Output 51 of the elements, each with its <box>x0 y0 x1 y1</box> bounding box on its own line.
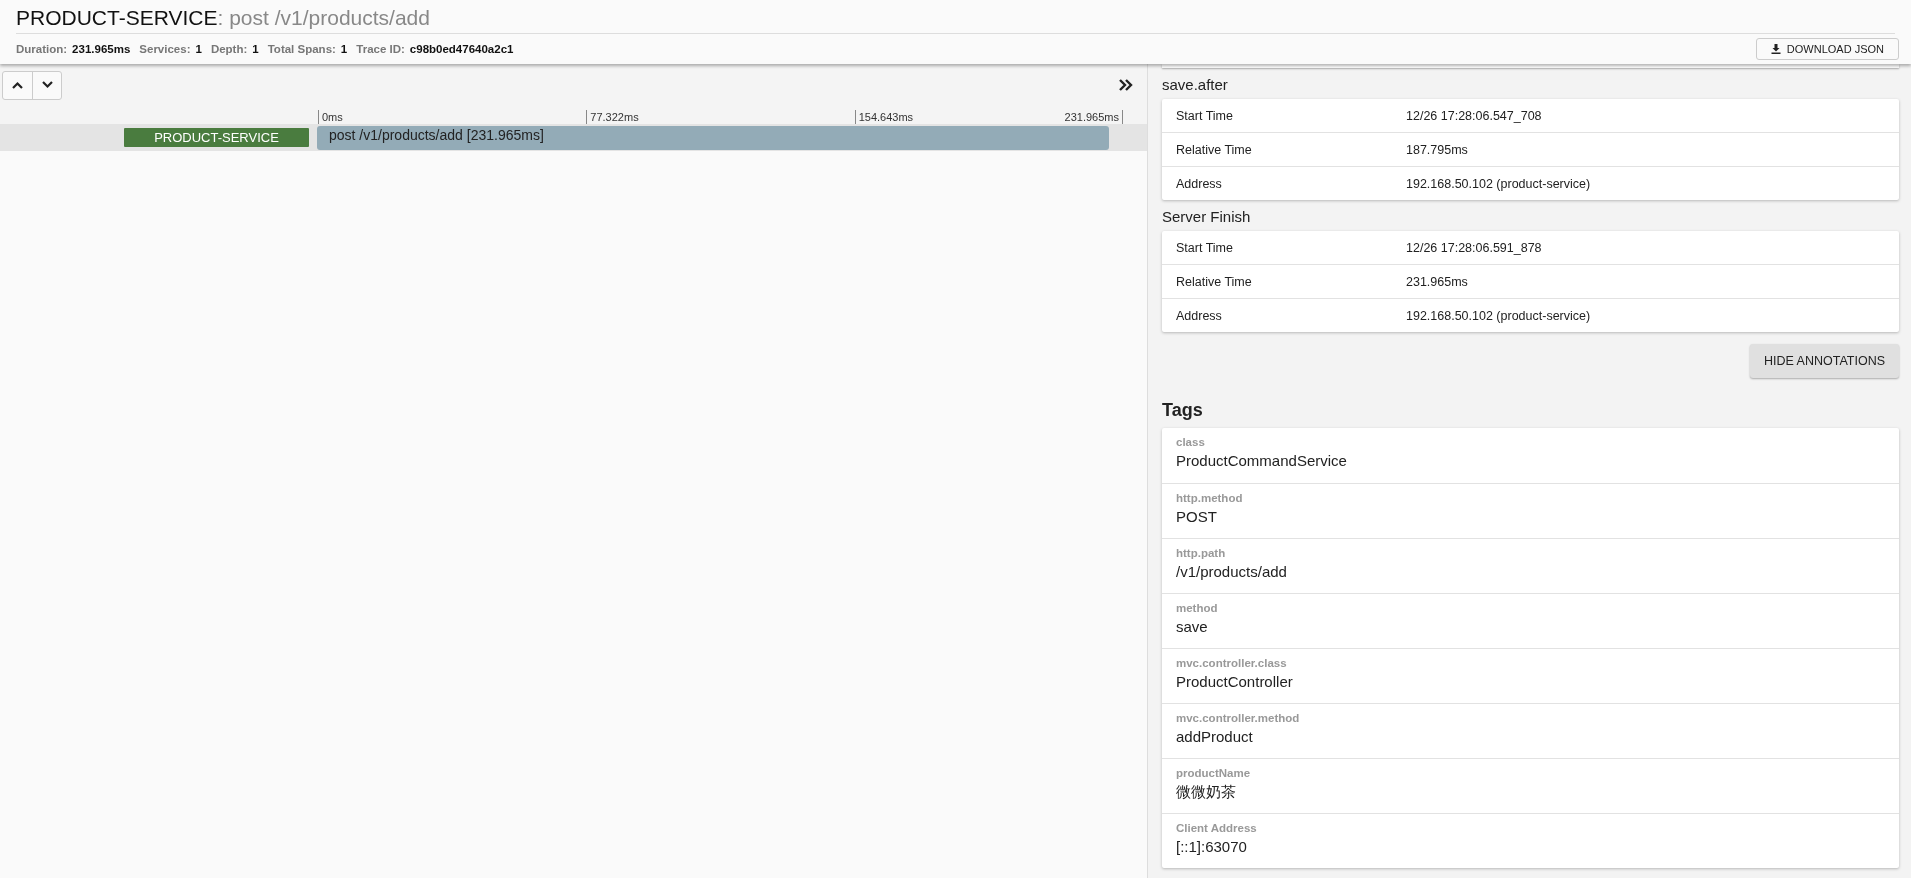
annotation-value: 192.168.50.102 (product-service) <box>1406 308 1591 323</box>
chevron-up-icon <box>12 81 23 89</box>
annotation-title: Server Finish <box>1162 208 1252 225</box>
stat-label: Duration: <box>16 43 68 55</box>
hide-annotations-button[interactable]: HIDE ANNOTATIONS <box>1749 344 1899 378</box>
stat-value: 231.965ms <box>72 43 131 55</box>
tags-heading: Tags <box>1162 400 1204 421</box>
tag-value: addProduct <box>1176 728 1253 745</box>
tag-value: /v1/products/add <box>1176 563 1287 580</box>
stat-value: 1 <box>340 43 348 55</box>
stat-label: Trace ID: <box>356 43 405 55</box>
tag-key: http.path <box>1176 547 1226 559</box>
tag-value: POST <box>1176 508 1217 525</box>
annotation-key: Relative Time <box>1176 142 1406 157</box>
annotation-value: 12/26 17:28:06.591_878 <box>1406 240 1542 255</box>
service-name-tag[interactable]: PRODUCT-SERVICE <box>124 128 309 147</box>
chevron-down-icon <box>41 81 53 89</box>
tag-key: productName <box>1176 767 1251 779</box>
stat-value: c98b0ed47640a2c1 <box>409 43 514 55</box>
annotation-key: Address <box>1176 308 1406 323</box>
tag-value: 微微奶茶 <box>1176 783 1236 802</box>
download-json-button[interactable]: DOWNLOAD JSON <box>1755 38 1899 60</box>
annotation-value: 231.965ms <box>1406 274 1468 289</box>
annotation-key: Address <box>1176 176 1406 191</box>
trace-span-title: : post /v1/products/add <box>217 6 430 29</box>
annotation-value: 187.795ms <box>1406 142 1468 157</box>
tag-value: [::1]:63070 <box>1176 838 1247 855</box>
download-icon <box>1770 44 1781 54</box>
tag-value: ProductCommandService <box>1176 452 1347 469</box>
tag-key: http.method <box>1176 492 1243 504</box>
stat-value: 1 <box>195 43 202 55</box>
annotation-key: Start Time <box>1176 240 1406 255</box>
span-bar[interactable]: post /v1/products/add [231.965ms] <box>317 125 1109 150</box>
tag-key: mvc.controller.method <box>1176 712 1300 724</box>
annotation-key: Start Time <box>1176 108 1406 123</box>
annotation-title: save.after <box>1162 76 1229 93</box>
annotation-key: Relative Time <box>1176 274 1406 289</box>
annotation-value: 192.168.50.102 (product-service) <box>1406 176 1591 191</box>
stat-label: Total Spans: <box>267 43 336 55</box>
tag-value: save <box>1176 618 1208 635</box>
stat-label: Depth: <box>210 43 248 55</box>
stat-value: 1 <box>252 43 259 55</box>
tag-key: mvc.controller.class <box>1176 657 1287 669</box>
tag-key: method <box>1176 602 1218 614</box>
annotation-value: 12/26 17:28:06.547_708 <box>1406 108 1542 123</box>
double-chevron-right-icon[interactable] <box>1119 79 1133 91</box>
stat-label: Services: <box>139 43 191 55</box>
tag-key: class <box>1176 436 1205 448</box>
tag-value: ProductController <box>1176 673 1293 690</box>
tag-key: Client Address <box>1176 822 1257 834</box>
trace-service-title: PRODUCT-SERVICE <box>16 6 218 29</box>
